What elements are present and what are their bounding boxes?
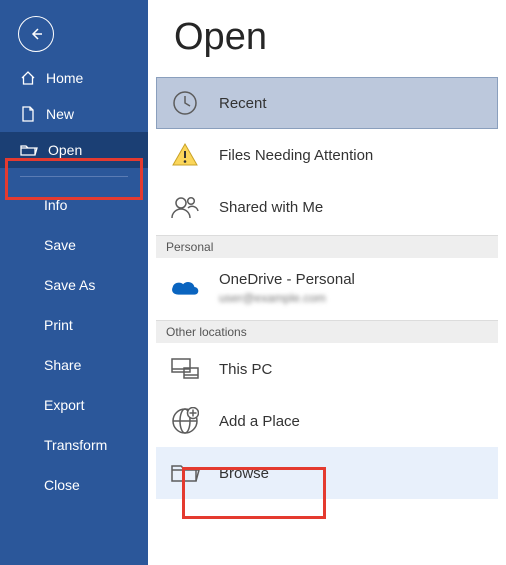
nav-save-as[interactable]: Save As — [0, 265, 148, 305]
new-doc-icon — [20, 106, 36, 122]
nav-divider — [20, 176, 128, 177]
location-add-a-place[interactable]: Add a Place — [156, 395, 498, 447]
folder-open-icon — [20, 142, 38, 158]
nav-transform-label: Transform — [44, 437, 107, 453]
nav-print-label: Print — [44, 317, 73, 333]
nav-new[interactable]: New — [0, 96, 148, 132]
location-onedrive-personal[interactable]: OneDrive - Personal user@example.com — [156, 258, 498, 318]
nav-export[interactable]: Export — [0, 385, 148, 425]
open-panel: Open Recent Files Needing Attention — [148, 0, 506, 565]
location-add-a-place-label: Add a Place — [219, 413, 300, 430]
location-browse-label: Browse — [219, 465, 269, 482]
nav-export-label: Export — [44, 397, 84, 413]
section-personal: Personal — [156, 235, 498, 258]
nav-transform[interactable]: Transform — [0, 425, 148, 465]
nav-save-as-label: Save As — [44, 277, 95, 293]
add-place-icon — [169, 405, 201, 437]
location-shared-with-me[interactable]: Shared with Me — [156, 181, 498, 233]
back-arrow-icon — [28, 26, 44, 42]
location-files-needing-attention-label: Files Needing Attention — [219, 147, 373, 164]
location-this-pc-label: This PC — [219, 361, 272, 378]
nav-home[interactable]: Home — [0, 60, 148, 96]
location-onedrive-label: OneDrive - Personal — [219, 271, 355, 289]
back-button[interactable] — [18, 16, 54, 52]
onedrive-icon — [169, 272, 201, 304]
nav-close-label: Close — [44, 477, 80, 493]
location-this-pc[interactable]: This PC — [156, 343, 498, 395]
backstage-view: Home New Open Info Save Save As Print Sh… — [0, 0, 506, 565]
location-shared-with-me-label: Shared with Me — [219, 199, 323, 216]
pc-icon — [169, 353, 201, 385]
page-title: Open — [174, 16, 498, 59]
nav-save-label: Save — [44, 237, 76, 253]
nav-save[interactable]: Save — [0, 225, 148, 265]
home-icon — [20, 70, 36, 86]
location-onedrive-sub: user@example.com — [219, 291, 355, 305]
clock-icon — [169, 87, 201, 119]
nav-info-label: Info — [44, 197, 67, 213]
location-recent-label: Recent — [219, 95, 267, 112]
nav-close[interactable]: Close — [0, 465, 148, 505]
nav-share[interactable]: Share — [0, 345, 148, 385]
nav-new-label: New — [46, 106, 74, 122]
location-recent[interactable]: Recent — [156, 77, 498, 129]
nav-share-label: Share — [44, 357, 81, 373]
nav-print[interactable]: Print — [0, 305, 148, 345]
nav-info[interactable]: Info — [0, 185, 148, 225]
nav-open-label: Open — [48, 142, 82, 158]
people-icon — [169, 191, 201, 223]
warning-icon — [169, 139, 201, 171]
location-files-needing-attention[interactable]: Files Needing Attention — [156, 129, 498, 181]
sidebar: Home New Open Info Save Save As Print Sh… — [0, 0, 148, 565]
nav-home-label: Home — [46, 70, 83, 86]
location-browse[interactable]: Browse — [156, 447, 498, 499]
folder-icon — [169, 457, 201, 489]
nav-open[interactable]: Open — [0, 132, 148, 168]
section-other-locations: Other locations — [156, 320, 498, 343]
